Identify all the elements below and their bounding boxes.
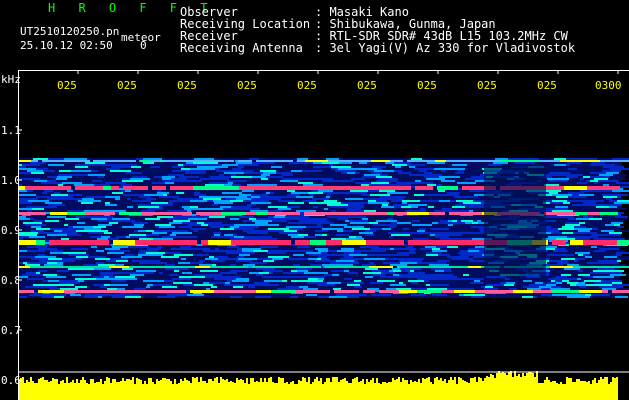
waterfall-image [18, 158, 629, 298]
antenna-label: Receiving Antenna [180, 41, 303, 55]
signal-power-bar [18, 371, 618, 400]
filename-label: UT2510120250.pn [20, 25, 120, 38]
spectrogram-plot [18, 70, 629, 400]
antenna-value: : 3el Yagi(V) Az 330 for Vladivostok [315, 41, 576, 55]
datetime-label: 25.10.12 02:50 [20, 39, 113, 52]
meteor-count: 0 [140, 39, 147, 52]
